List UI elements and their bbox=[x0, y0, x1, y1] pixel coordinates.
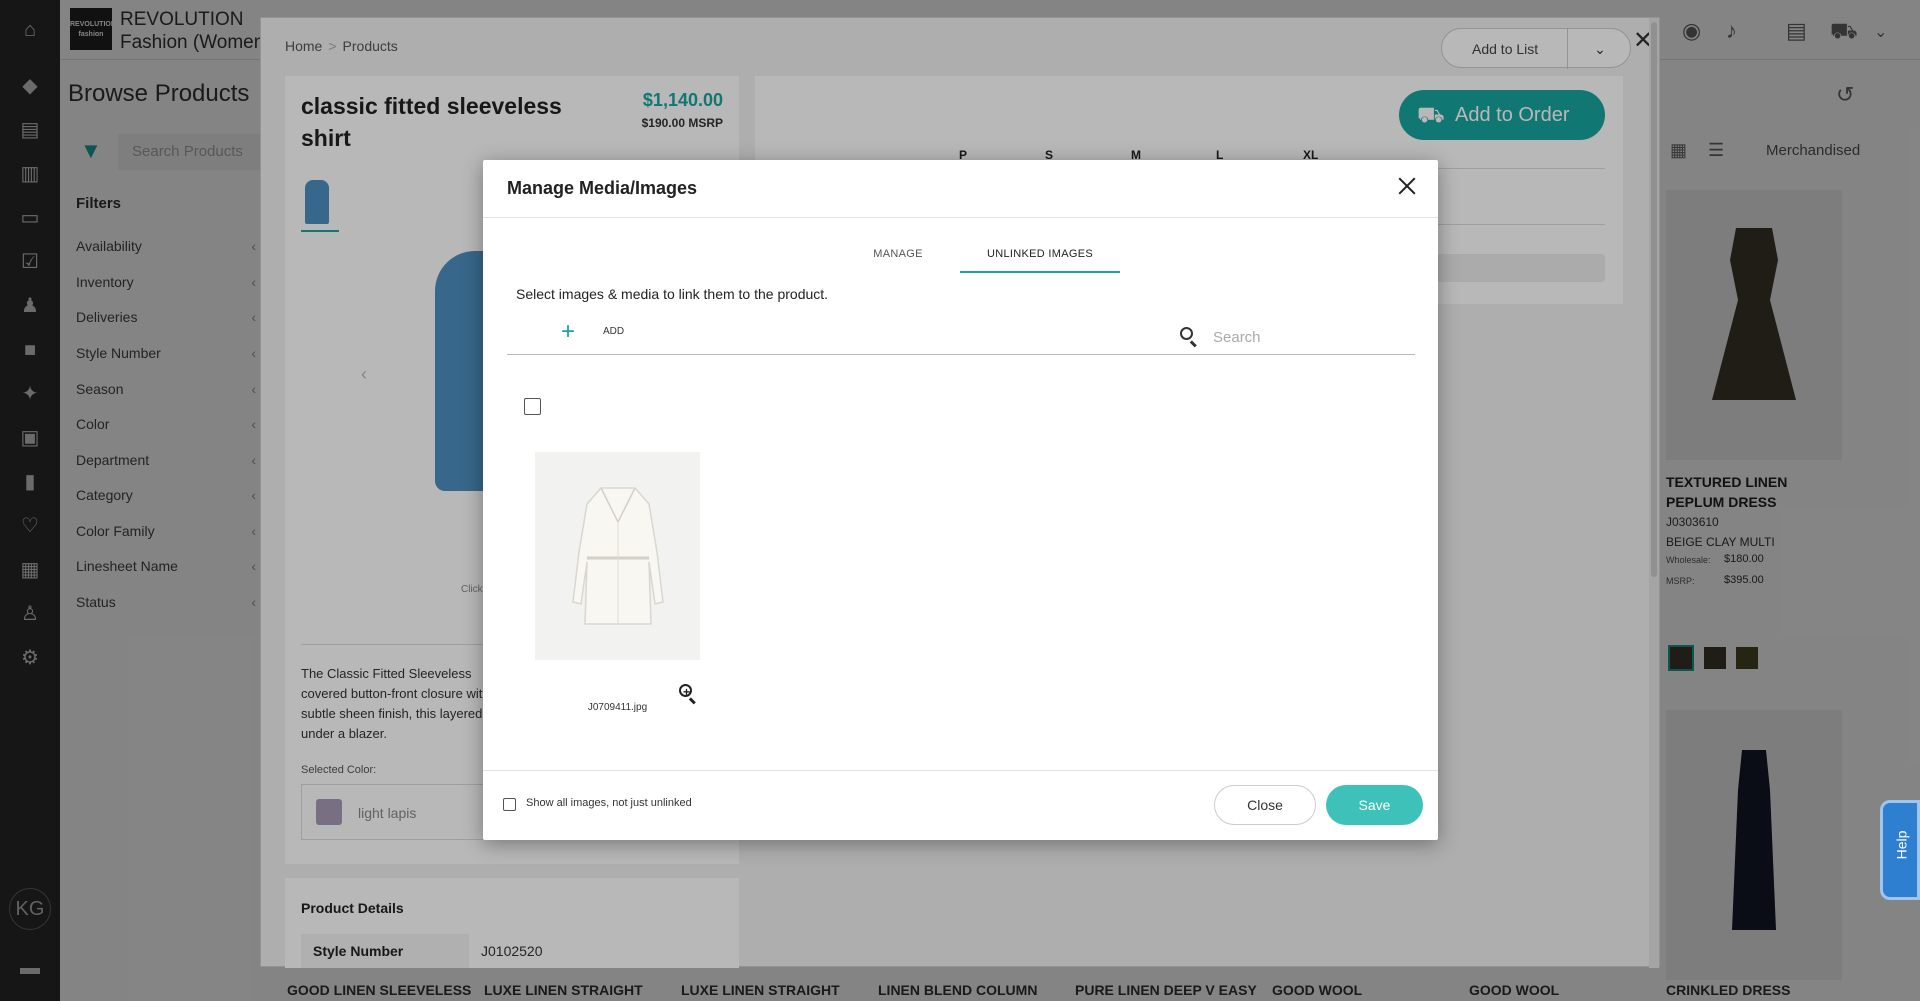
dialog-header: Manage Media/Images bbox=[483, 160, 1438, 218]
manage-media-dialog: Manage Media/Images MANAGE UNLINKED IMAG… bbox=[483, 160, 1438, 840]
show-all-images-checkbox[interactable] bbox=[503, 798, 516, 811]
help-tab[interactable]: Help bbox=[1880, 800, 1920, 900]
coat-image bbox=[571, 487, 664, 625]
footer-divider bbox=[483, 770, 1438, 771]
zoom-in-icon[interactable]: + bbox=[678, 683, 698, 705]
tab-manage[interactable]: MANAGE bbox=[858, 248, 938, 260]
media-thumbnail[interactable] bbox=[535, 452, 700, 660]
dialog-instructions: Select images & media to link them to th… bbox=[516, 286, 829, 302]
plus-icon[interactable]: + bbox=[561, 320, 575, 344]
tab-unlinked-images[interactable]: UNLINKED IMAGES bbox=[960, 248, 1120, 260]
toolbar-divider bbox=[507, 354, 1415, 355]
media-filename: J0709411.jpg bbox=[587, 702, 648, 713]
select-all-checkbox[interactable] bbox=[524, 398, 541, 415]
save-button[interactable]: Save bbox=[1326, 785, 1423, 825]
search-icon bbox=[1179, 326, 1199, 348]
show-all-images-label[interactable]: Show all images, not just unlinked bbox=[526, 797, 692, 809]
help-label: Help bbox=[1893, 830, 1910, 860]
search-input[interactable] bbox=[1213, 326, 1403, 348]
add-media-button[interactable]: ADD bbox=[603, 326, 624, 337]
close-button[interactable]: Close bbox=[1214, 785, 1316, 825]
dialog-title: Manage Media/Images bbox=[507, 178, 698, 198]
active-tab-indicator bbox=[960, 271, 1120, 273]
close-icon[interactable] bbox=[1395, 174, 1419, 198]
